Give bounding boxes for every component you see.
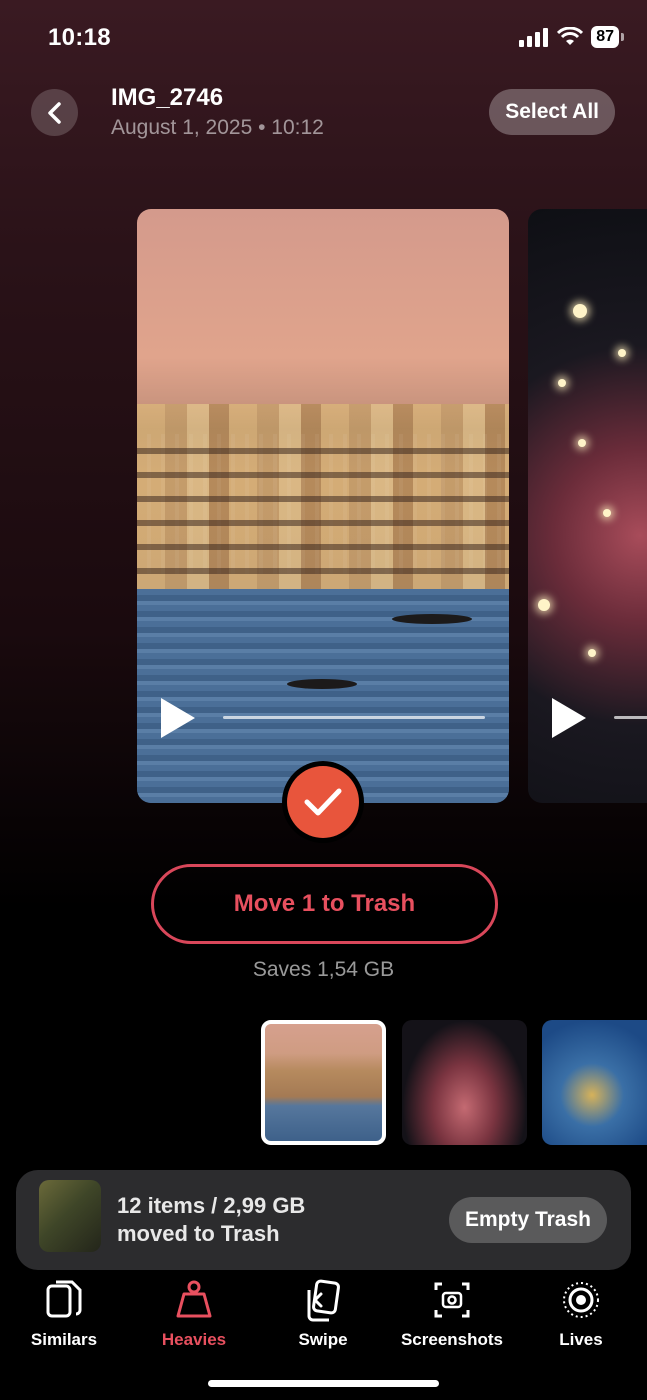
live-photo-icon <box>561 1278 601 1322</box>
selected-check-badge[interactable] <box>282 761 364 843</box>
screenshot-camera-icon <box>432 1278 472 1322</box>
chevron-left-icon <box>47 101 61 124</box>
move-to-trash-button[interactable]: Move 1 to Trash <box>151 864 498 944</box>
sparkle <box>603 509 611 517</box>
tab-label: Lives <box>559 1330 603 1349</box>
tab-heavies[interactable]: Heavies <box>139 1278 249 1350</box>
battery-indicator: 87 <box>591 26 624 48</box>
wifi-icon <box>557 27 584 45</box>
video-scrubber[interactable] <box>614 716 647 719</box>
documents-icon <box>44 1278 84 1322</box>
sparkle <box>573 304 587 318</box>
trash-preview-thumbnail <box>39 1180 101 1252</box>
empty-trash-button[interactable]: Empty Trash <box>448 1197 607 1243</box>
sparkle <box>588 649 596 657</box>
weight-icon <box>174 1278 214 1322</box>
photo-title: IMG_2746 <box>111 84 224 111</box>
play-icon[interactable] <box>161 698 195 738</box>
play-icon[interactable] <box>552 698 586 738</box>
thumbnail[interactable] <box>402 1020 527 1145</box>
select-all-button[interactable]: Select All <box>489 89 615 135</box>
gondola <box>392 614 472 624</box>
sparkle <box>558 379 566 387</box>
swipe-cards-icon <box>303 1278 343 1322</box>
video-card-next[interactable] <box>528 209 647 803</box>
trash-summary-status: moved to Trash <box>117 1221 280 1246</box>
video-card-current[interactable] <box>137 209 509 803</box>
check-circle <box>287 766 359 838</box>
gondola <box>287 679 357 689</box>
checkmark-icon <box>304 788 342 816</box>
back-button[interactable] <box>31 89 78 136</box>
sparkle <box>538 599 550 611</box>
saves-size-label: Saves 1,54 GB <box>252 958 395 981</box>
status-icons: 87 <box>519 26 624 48</box>
tab-label: Swipe <box>298 1330 348 1349</box>
trash-summary-count: 12 items / 2,99 GB <box>117 1193 306 1218</box>
tab-label: Heavies <box>161 1330 227 1349</box>
tab-swipe[interactable]: Swipe <box>268 1278 378 1350</box>
cellular-signal-icon <box>519 28 549 47</box>
trash-banner: 12 items / 2,99 GB moved to Trash Empty … <box>16 1170 631 1270</box>
tab-label: Screenshots <box>400 1330 504 1349</box>
home-indicator[interactable] <box>208 1380 439 1387</box>
video-scrubber[interactable] <box>223 716 485 719</box>
sparkle <box>578 439 586 447</box>
photo-date: August 1, 2025 • 10:12 <box>111 116 324 139</box>
photo-windows <box>137 434 509 574</box>
tab-lives[interactable]: Lives <box>526 1278 636 1350</box>
tab-screenshots[interactable]: Screenshots <box>397 1278 507 1350</box>
status-time: 10:18 <box>48 24 111 51</box>
tab-label: Similars <box>30 1330 98 1349</box>
thumbnail-selected[interactable] <box>261 1020 386 1145</box>
thumbnail[interactable] <box>542 1020 647 1145</box>
tab-similars[interactable]: Similars <box>9 1278 119 1350</box>
trash-summary: 12 items / 2,99 GB moved to Trash <box>117 1192 305 1248</box>
sparkle <box>618 349 626 357</box>
